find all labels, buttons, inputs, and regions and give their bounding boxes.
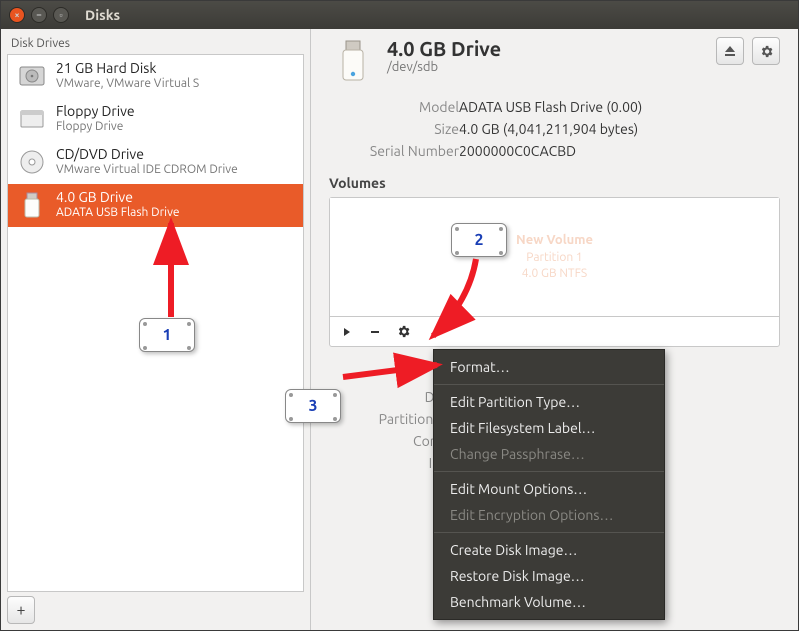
- drive-sub: VMware, VMware Virtual S: [56, 77, 199, 91]
- info-key-model: Model: [329, 99, 459, 115]
- info-val-size: 4.0 GB (4,041,211,904 bytes): [459, 121, 780, 137]
- drive-info: Model ADATA USB Flash Drive (0.00) Size …: [329, 99, 780, 159]
- annotation-callout-2: 2: [451, 223, 507, 257]
- titlebar: × – ▫ Disks: [1, 1, 798, 29]
- close-icon[interactable]: ×: [9, 7, 25, 23]
- menu-item-encryption-opts: Edit Encryption Options…: [434, 502, 664, 528]
- page-title: 4.0 GB Drive: [387, 37, 716, 60]
- menu-item-change-passphrase: Change Passphrase…: [434, 441, 664, 467]
- annotation-callout-1: 1: [139, 318, 195, 352]
- menu-item-mount-opts[interactable]: Edit Mount Options…: [434, 476, 664, 502]
- menu-item-restore-image[interactable]: Restore Disk Image…: [434, 563, 664, 589]
- maximize-icon[interactable]: ▫: [53, 7, 69, 23]
- cd-icon: [16, 146, 48, 178]
- info-key-serial: Serial Number: [329, 143, 459, 159]
- drive-item-usb[interactable]: 4.0 GB Drive ADATA USB Flash Drive: [8, 184, 303, 227]
- drive-name: CD/DVD Drive: [56, 146, 238, 163]
- volume-part: Partition 1: [516, 250, 593, 266]
- volume-settings-button[interactable]: [390, 321, 416, 343]
- annotation-callout-3: 3: [285, 389, 341, 423]
- menu-item-create-image[interactable]: Create Disk Image…: [434, 537, 664, 563]
- info-key-size: Size: [329, 121, 459, 137]
- drive-name: Floppy Drive: [56, 103, 135, 120]
- drive-item-floppy[interactable]: Floppy Drive Floppy Drive: [8, 98, 303, 141]
- eject-button[interactable]: [716, 37, 744, 65]
- drive-sub: VMware Virtual IDE CDROM Drive: [56, 163, 238, 177]
- sidebar-header: Disk Drives: [7, 35, 304, 54]
- drive-sub: Floppy Drive: [56, 120, 135, 134]
- usb-large-icon: [329, 37, 377, 85]
- volume-fs: 4.0 GB NTFS: [516, 266, 593, 282]
- volume-context-menu: Format… Edit Partition Type… Edit Filesy…: [433, 349, 665, 620]
- volume-toolbar: [330, 316, 779, 346]
- volume-name: New Volume: [516, 232, 593, 250]
- page-subtitle: /dev/sdb: [387, 60, 716, 74]
- drive-name: 21 GB Hard Disk: [56, 60, 199, 77]
- drive-item-hdd[interactable]: 21 GB Hard Disk VMware, VMware Virtual S: [8, 55, 303, 98]
- drive-sub: ADATA USB Flash Drive: [56, 206, 180, 220]
- remove-partition-button[interactable]: [362, 321, 388, 343]
- info-val-serial: 2000000C0CACBD: [459, 143, 780, 159]
- app-title: Disks: [85, 7, 120, 23]
- drive-item-optical[interactable]: CD/DVD Drive VMware Virtual IDE CDROM Dr…: [8, 141, 303, 184]
- drive-settings-button[interactable]: [752, 37, 780, 65]
- menu-item-format[interactable]: Format…: [434, 354, 664, 380]
- drive-name: 4.0 GB Drive: [56, 189, 180, 206]
- volumes-section-title: Volumes: [329, 175, 780, 191]
- info-val-model: ADATA USB Flash Drive (0.00): [459, 99, 780, 115]
- mount-button[interactable]: [334, 321, 360, 343]
- menu-item-benchmark[interactable]: Benchmark Volume…: [434, 589, 664, 615]
- volume-partition[interactable]: New Volume Partition 1 4.0 GB NTFS: [330, 198, 779, 316]
- menu-item-edit-pt[interactable]: Edit Partition Type…: [434, 389, 664, 415]
- add-drive-button[interactable]: +: [7, 596, 35, 624]
- minimize-icon[interactable]: –: [31, 7, 47, 23]
- menu-item-edit-fs[interactable]: Edit Filesystem Label…: [434, 415, 664, 441]
- volumes-box: New Volume Partition 1 4.0 GB NTFS: [329, 197, 780, 347]
- floppy-icon: [16, 103, 48, 135]
- hdd-icon: [16, 60, 48, 92]
- usb-icon: [16, 189, 48, 221]
